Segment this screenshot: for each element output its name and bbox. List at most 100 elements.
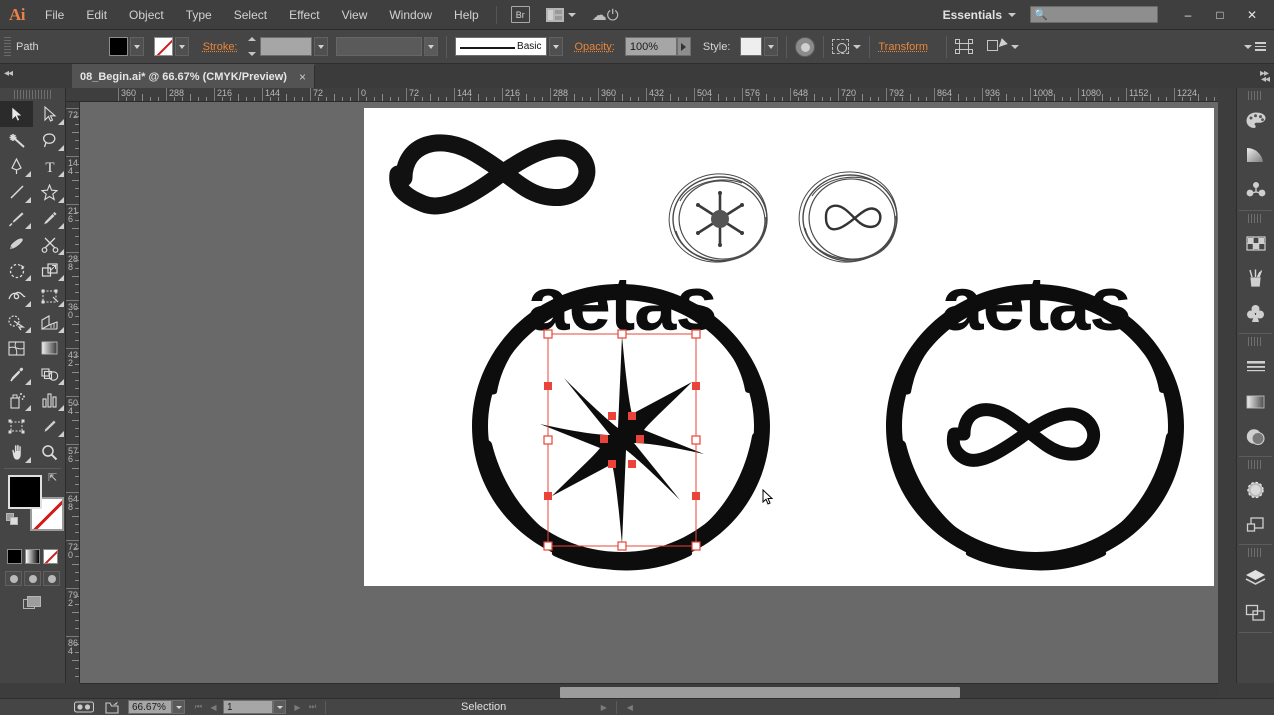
- collapse-panel-icon[interactable]: ◂◂: [4, 68, 13, 79]
- stroke-weight-dropdown-icon[interactable]: [313, 37, 328, 56]
- graphic-style-swatch[interactable]: [740, 37, 763, 56]
- horizontal-ruler[interactable]: 360 288 216 144 72 0 72 144 216 288 360 432 504 576 64…: [66, 88, 1218, 102]
- menu-view[interactable]: View: [331, 0, 379, 30]
- scale-tool[interactable]: [33, 257, 66, 283]
- symbols-panel-button[interactable]: [1237, 296, 1274, 331]
- symbol-sprayer-tool[interactable]: [0, 387, 33, 413]
- dock-grip-5[interactable]: [1248, 548, 1263, 557]
- menu-help[interactable]: Help: [443, 0, 490, 30]
- artboard[interactable]: aetas aetas: [364, 108, 1214, 586]
- graphic-styles-panel-button[interactable]: [1237, 472, 1274, 507]
- gradient-panel-button[interactable]: [1237, 384, 1274, 419]
- menu-edit[interactable]: Edit: [75, 0, 118, 30]
- recolor-artwork-icon[interactable]: [795, 36, 816, 57]
- swatches-panel-button[interactable]: [1237, 226, 1274, 261]
- slice-tool[interactable]: [33, 413, 66, 439]
- shape-tool[interactable]: [33, 179, 66, 205]
- tools-panel-grip[interactable]: [14, 90, 51, 99]
- canvas-area[interactable]: aetas aetas: [80, 102, 1218, 683]
- none-mode-button[interactable]: [43, 549, 58, 564]
- brushes-panel-button[interactable]: [1237, 261, 1274, 296]
- hand-tool[interactable]: [0, 439, 33, 465]
- artboard-tool[interactable]: [0, 413, 33, 439]
- scroll-left-icon[interactable]: ◀: [622, 700, 637, 714]
- fill-color-control[interactable]: [108, 37, 144, 56]
- expand-panels-icon[interactable]: ◂◂: [1261, 74, 1270, 85]
- dock-grip-1[interactable]: [1248, 91, 1263, 100]
- stroke-swatch[interactable]: [153, 37, 173, 56]
- brush-definition-field[interactable]: Basic: [454, 37, 547, 56]
- opacity-field[interactable]: 100%: [624, 37, 677, 56]
- selection-tool[interactable]: [0, 101, 33, 127]
- zoom-level-field[interactable]: 66.67%: [128, 700, 172, 714]
- artboards-panel-button[interactable]: [1237, 595, 1274, 630]
- stroke-weight-label[interactable]: Stroke:: [203, 41, 238, 53]
- artboard-number-dropdown-icon[interactable]: [273, 700, 286, 714]
- status-flyout-icon[interactable]: ▶: [596, 700, 611, 714]
- line-segment-tool[interactable]: [0, 179, 33, 205]
- lasso-tool[interactable]: [33, 127, 66, 153]
- opacity-flyout-icon[interactable]: [676, 37, 691, 56]
- stroke-panel-button[interactable]: [1237, 349, 1274, 384]
- dock-grip-4[interactable]: [1248, 460, 1263, 469]
- control-panel-menu-button[interactable]: [1244, 42, 1266, 51]
- align-icon[interactable]: [832, 39, 850, 54]
- stroke-profile-field[interactable]: [335, 37, 422, 56]
- select-similar-objects-icon[interactable]: [987, 39, 1007, 54]
- brush-definition-dropdown-icon[interactable]: [548, 37, 563, 56]
- shape-builder-tool[interactable]: [0, 309, 33, 335]
- align-panel-button[interactable]: [1237, 507, 1274, 542]
- fill-dropdown-icon[interactable]: [129, 37, 144, 56]
- export-icon[interactable]: [100, 700, 124, 715]
- color-panel-button[interactable]: [1237, 103, 1274, 138]
- menu-object[interactable]: Object: [118, 0, 175, 30]
- blob-brush-tool[interactable]: [0, 231, 33, 257]
- document-tab[interactable]: 08_Begin.ai* @ 66.67% (CMYK/Preview) ×: [72, 64, 315, 88]
- artboard-number-field[interactable]: 1: [223, 700, 273, 714]
- graphic-style-dropdown-icon[interactable]: [764, 37, 779, 56]
- control-bar-grip[interactable]: [4, 36, 11, 57]
- paintbrush-tool[interactable]: [0, 205, 33, 231]
- menu-type[interactable]: Type: [175, 0, 223, 30]
- isolate-selected-object-icon[interactable]: [955, 39, 974, 54]
- align-chevron-icon[interactable]: [853, 44, 862, 49]
- artboard-navigation-icon[interactable]: [72, 700, 96, 715]
- first-artboard-icon[interactable]: ⏮: [191, 700, 206, 714]
- sync-settings-icon[interactable]: ☁⏻: [592, 6, 619, 24]
- opacity-label[interactable]: Opacity:: [575, 41, 615, 53]
- status-text[interactable]: Selection: [461, 701, 506, 713]
- arrange-documents-button[interactable]: [545, 7, 576, 22]
- stroke-dropdown-icon[interactable]: [174, 37, 189, 56]
- stroke-profile-dropdown-icon[interactable]: [423, 37, 438, 56]
- direct-selection-tool[interactable]: [33, 101, 66, 127]
- workspace-switcher[interactable]: Essentials: [943, 8, 1002, 22]
- maximize-button[interactable]: □: [1204, 4, 1236, 26]
- rotate-tool[interactable]: [0, 257, 33, 283]
- perspective-grid-tool[interactable]: [33, 309, 66, 335]
- blend-tool[interactable]: [33, 361, 66, 387]
- fill-swatch[interactable]: [108, 37, 128, 56]
- width-tool[interactable]: [0, 283, 33, 309]
- next-artboard-icon[interactable]: ▶: [290, 700, 305, 714]
- mesh-tool[interactable]: [0, 335, 33, 361]
- screen-mode-button[interactable]: [0, 596, 65, 612]
- menu-effect[interactable]: Effect: [278, 0, 330, 30]
- column-graph-tool[interactable]: [33, 387, 66, 413]
- toolbar-fill-swatch[interactable]: [8, 475, 42, 509]
- transparency-panel-button[interactable]: [1237, 419, 1274, 454]
- menu-window[interactable]: Window: [378, 0, 443, 30]
- minimize-button[interactable]: –: [1172, 4, 1204, 26]
- menu-file[interactable]: File: [34, 0, 75, 30]
- vertical-ruler[interactable]: 72 144 216 288 360 432 504 576 648 720 792 864: [66, 102, 80, 683]
- magic-wand-tool[interactable]: [0, 127, 33, 153]
- dock-grip-2[interactable]: [1248, 214, 1263, 223]
- last-artboard-icon[interactable]: ⏭: [305, 700, 320, 714]
- go-to-bridge-button[interactable]: Br: [510, 6, 530, 23]
- stroke-weight-stepper[interactable]: [247, 37, 259, 56]
- transform-label[interactable]: Transform: [878, 41, 928, 53]
- pen-tool[interactable]: [0, 153, 33, 179]
- search-field[interactable]: [1047, 8, 1148, 21]
- type-tool[interactable]: T: [33, 153, 66, 179]
- appearance-panel-button[interactable]: [1237, 173, 1274, 208]
- zoom-tool[interactable]: [33, 439, 66, 465]
